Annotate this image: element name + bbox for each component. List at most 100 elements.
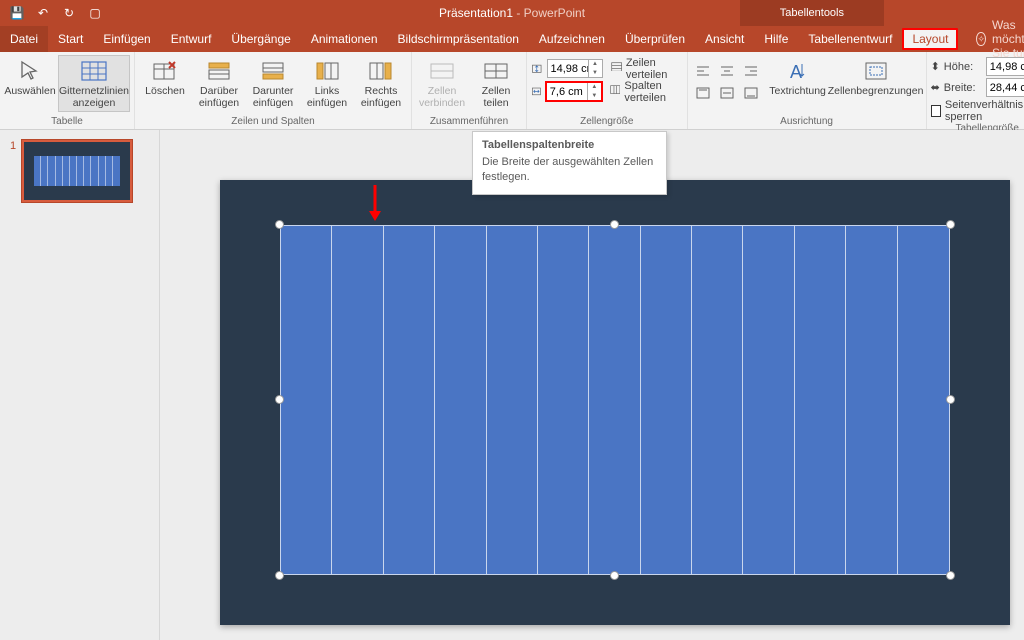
group-table: Auswählen Gitternetzlinien anzeigen Tabe… xyxy=(0,52,135,129)
up-arrow-icon[interactable]: ▲ xyxy=(588,83,601,92)
split-cells-button[interactable]: Zellen teilen xyxy=(470,55,522,112)
resize-handle[interactable] xyxy=(610,220,619,229)
table-height-icon: ⬍ xyxy=(931,60,940,73)
tab-insert[interactable]: Einfügen xyxy=(93,26,160,52)
tooltip: Tabellenspaltenbreite Die Breite der aus… xyxy=(472,131,667,195)
table-object[interactable] xyxy=(280,225,950,575)
insert-right-button[interactable]: Rechts einfügen xyxy=(355,55,407,112)
insert-col-left-icon xyxy=(312,58,342,84)
undo-icon[interactable]: ↶ xyxy=(36,6,50,20)
lightbulb-icon: ✧ xyxy=(976,32,986,46)
cell-height-input[interactable]: ▲▼ xyxy=(547,59,603,78)
cell-margins-button[interactable]: Zellenbegrenzungen xyxy=(830,55,922,101)
table-height-input[interactable]: ▲▼ xyxy=(986,57,1024,76)
tab-help[interactable]: Hilfe xyxy=(754,26,798,52)
tab-slideshow[interactable]: Bildschirmpräsentation xyxy=(388,26,529,52)
group-table-size: ⬍ Höhe: ▲▼ ⬌ Breite: ▲▼ Seitenverhältnis… xyxy=(927,52,1024,129)
down-arrow-icon[interactable]: ▼ xyxy=(589,69,602,78)
view-gridlines-button[interactable]: Gitternetzlinien anzeigen xyxy=(58,55,130,112)
contextual-tab-label: Tabellentools xyxy=(740,0,884,26)
document-name: Präsentation1 xyxy=(439,6,513,20)
resize-handle[interactable] xyxy=(946,220,955,229)
align-bottom-button[interactable] xyxy=(740,83,762,103)
thumbnail-preview[interactable] xyxy=(22,140,132,202)
slide-thumbnail[interactable]: 1 xyxy=(10,140,149,202)
tab-layout[interactable]: Layout xyxy=(902,28,958,50)
tab-table-design[interactable]: Tabellenentwurf xyxy=(798,26,902,52)
tab-file[interactable]: Datei xyxy=(0,26,48,52)
table-width-icon: ⬌ xyxy=(931,81,940,94)
slide-canvas[interactable] xyxy=(160,130,1024,640)
resize-handle[interactable] xyxy=(275,571,284,580)
insert-row-below-icon xyxy=(258,58,288,84)
checkbox-icon xyxy=(931,105,941,117)
insert-below-button[interactable]: Darunter einfügen xyxy=(247,55,299,112)
text-direction-button[interactable]: A Textrichtung xyxy=(768,55,828,101)
merge-cells-button[interactable]: Zellen verbinden xyxy=(416,55,468,112)
workspace: 1 xyxy=(0,130,1024,640)
slide-thumbnails-panel[interactable]: 1 xyxy=(0,130,160,640)
tab-design[interactable]: Entwurf xyxy=(161,26,222,52)
lock-aspect-checkbox[interactable]: Seitenverhältnis sperren xyxy=(931,99,1024,123)
cursor-icon xyxy=(15,58,45,84)
ribbon: Auswählen Gitternetzlinien anzeigen Tabe… xyxy=(0,52,1024,130)
distribute-cols-button[interactable]: Spalten verteilen xyxy=(606,82,683,101)
distribute-cols-icon xyxy=(610,85,621,99)
align-right-button[interactable] xyxy=(740,61,762,81)
align-middle-button[interactable] xyxy=(716,83,738,103)
tell-me[interactable]: ✧ Was möchten Sie tun? xyxy=(976,26,1024,52)
tooltip-body: Die Breite der ausgewählten Zellen festl… xyxy=(482,155,657,185)
select-button[interactable]: Auswählen xyxy=(4,55,56,101)
insert-above-button[interactable]: Darüber einfügen xyxy=(193,55,245,112)
down-arrow-icon[interactable]: ▼ xyxy=(588,92,601,101)
group-merge: Zellen verbinden Zellen teilen Zusammenf… xyxy=(412,52,527,129)
delete-table-icon xyxy=(150,58,180,84)
align-left-button[interactable] xyxy=(692,61,714,81)
resize-handle[interactable] xyxy=(946,395,955,404)
tab-review[interactable]: Überprüfen xyxy=(615,26,695,52)
group-alignment: A Textrichtung Zellenbegrenzungen Ausric… xyxy=(688,52,927,129)
text-direction-icon: A xyxy=(783,58,813,84)
insert-col-right-icon xyxy=(366,58,396,84)
tab-view[interactable]: Ansicht xyxy=(695,26,754,52)
slide-number: 1 xyxy=(10,140,16,202)
tab-start[interactable]: Start xyxy=(48,26,93,52)
group-rows-columns: Löschen Darüber einfügen Darunter einfüg… xyxy=(135,52,412,129)
resize-handle[interactable] xyxy=(275,395,284,404)
tab-record[interactable]: Aufzeichnen xyxy=(529,26,615,52)
tab-transitions[interactable]: Übergänge xyxy=(221,26,300,52)
insert-left-button[interactable]: Links einfügen xyxy=(301,55,353,112)
delete-button[interactable]: Löschen xyxy=(139,55,191,101)
row-height-icon xyxy=(531,61,543,77)
start-from-beginning-icon[interactable]: ▢ xyxy=(88,6,102,20)
resize-handle[interactable] xyxy=(946,571,955,580)
tell-me-label: Was möchten Sie tun? xyxy=(992,18,1024,60)
slide[interactable] xyxy=(220,180,1010,625)
align-top-button[interactable] xyxy=(692,83,714,103)
col-width-icon xyxy=(531,84,542,100)
group-cell-size: ▲▼ Zeilen verteilen ▲▼ Spalten verteilen… xyxy=(527,52,688,129)
app-name: PowerPoint xyxy=(524,6,585,20)
ribbon-tabs: Datei Start Einfügen Entwurf Übergänge A… xyxy=(0,26,1024,52)
merge-cells-icon xyxy=(427,58,457,84)
tooltip-title: Tabellenspaltenbreite xyxy=(482,139,657,151)
tab-animations[interactable]: Animationen xyxy=(301,26,388,52)
distribute-rows-icon xyxy=(611,62,622,76)
insert-row-above-icon xyxy=(204,58,234,84)
align-center-button[interactable] xyxy=(716,61,738,81)
table-width-input[interactable]: ▲▼ xyxy=(986,78,1024,97)
table-grid[interactable] xyxy=(280,225,950,575)
up-arrow-icon[interactable]: ▲ xyxy=(589,60,602,69)
title-bar: 💾 ↶ ↻ ▢ Präsentation1 - PowerPoint Tabel… xyxy=(0,0,1024,26)
resize-handle[interactable] xyxy=(275,220,284,229)
cell-margins-icon xyxy=(861,58,891,84)
save-icon[interactable]: 💾 xyxy=(10,6,24,20)
cell-width-input[interactable]: ▲▼ xyxy=(546,82,602,101)
resize-handle[interactable] xyxy=(610,571,619,580)
quick-access-toolbar: 💾 ↶ ↻ ▢ xyxy=(0,6,102,20)
split-cells-icon xyxy=(481,58,511,84)
redo-icon[interactable]: ↻ xyxy=(62,6,76,20)
gridlines-icon xyxy=(79,58,109,84)
svg-text:A: A xyxy=(790,62,802,82)
distribute-rows-button[interactable]: Zeilen verteilen xyxy=(607,59,683,78)
